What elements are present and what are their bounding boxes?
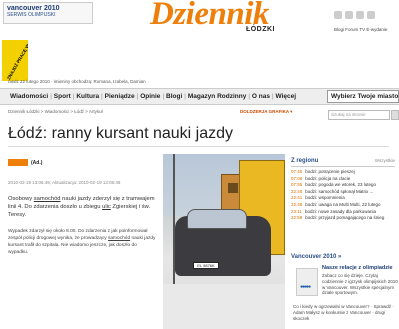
- top-icons-labels: Blogi Forum TV E-wydanie: [334, 27, 388, 32]
- nav-item-magazyn[interactable]: Magazyn Rodzinny: [186, 93, 249, 100]
- nav-item-kultura[interactable]: Kultura: [74, 93, 101, 100]
- regional-news-tab[interactable]: Wszystkie: [375, 158, 395, 163]
- photo-ground: [163, 284, 285, 329]
- list-item[interactable]: 22:40 bodzi: samochód spłonął Matrix ...: [291, 189, 395, 196]
- photo-plate: EL 9876K: [193, 262, 219, 269]
- author-line: (Ad.): [8, 159, 42, 166]
- nav-item-o-nas[interactable]: O nas: [250, 93, 272, 100]
- e-edition-icon[interactable]: [367, 11, 375, 19]
- tv-icon[interactable]: [356, 11, 364, 19]
- logo-sub: ŁÓDZKI: [245, 26, 275, 33]
- blog-icon[interactable]: [334, 11, 342, 19]
- article-lead: Osobowy samochód nauki jazdy zderzył się…: [8, 196, 155, 218]
- vancouver-banner[interactable]: vancouver 2010 SERWIS OLIMPIJSKI: [3, 2, 93, 24]
- nav-item-blogi[interactable]: Blogi: [164, 93, 184, 100]
- article-title: Łódź: ranny kursant nauki jazdy: [8, 125, 234, 142]
- body-link-samochod[interactable]: samochód: [108, 236, 130, 241]
- vancouver-section-title[interactable]: Vancouver 2010 »: [291, 254, 341, 260]
- city-picker[interactable]: Wybierz Twoje miasto: [327, 90, 399, 103]
- site-logo[interactable]: Dziennik ŁÓDZKI: [150, 0, 285, 36]
- article-body: Wypadek zdarzył się około 8.00. Do zdarz…: [8, 229, 156, 255]
- top-icons: Blogi Forum TV E-wydanie: [334, 6, 399, 32]
- vancouver-headline[interactable]: Nasze relacje z olimpiadzie: [322, 265, 393, 271]
- vancouver-logo-icon: ●●●●●: [296, 268, 318, 296]
- banner-subtitle: SERWIS OLIMPIJSKI: [7, 12, 56, 18]
- list-item[interactable]: 22:41 bodzi: wspomnienia: [291, 195, 395, 202]
- main-nav: Wiadomości | Sport | Kultura | Pieniądze | O…: [0, 88, 399, 105]
- vancouver-text: Zobacz co się dzieje. Czytaj codziennie …: [322, 273, 398, 296]
- promo-text: ZNAJDŹ PRACĘ W: [6, 43, 28, 81]
- lead-link-ulic[interactable]: ulic: [102, 204, 111, 210]
- list-item[interactable]: 22:48 bodzi: uwaga na Multi Multi, 22 lut…: [291, 202, 395, 209]
- breadcrumb[interactable]: Dziennik Łódzki > Wiadomości > Łódź > Ar…: [8, 109, 103, 114]
- title-divider: [8, 146, 389, 147]
- article-meta: 2010-02-19 13:06:49; Aktualizacja: 2010-…: [8, 180, 121, 185]
- banner-brand: vancouver 2010: [7, 5, 60, 12]
- article-photo[interactable]: EL 9876K: [163, 154, 285, 329]
- list-item[interactable]: 23:11 bodzi: nowe zasady dla parkowania: [291, 209, 395, 216]
- nav-item-opinie[interactable]: Opinie: [138, 93, 162, 100]
- list-item[interactable]: 07:55 bodzi: pogoda we wtorek, 23 lutego: [291, 182, 395, 189]
- date-info-line: niedz 22 lutego 2010 · imieniny obchodzą…: [8, 79, 146, 84]
- regional-news: Z regionu Wszystkie 07:45 bodzi: potrącen…: [291, 158, 395, 222]
- list-item[interactable]: 07:45 bodzi: potrącenie pieszej: [291, 169, 395, 176]
- nav-item-wiecej[interactable]: Więcej: [274, 93, 299, 100]
- nav-item-pieniadze[interactable]: Pieniądze: [103, 93, 137, 100]
- search-input[interactable]: Szukaj na stronie: [328, 110, 390, 120]
- regional-news-title: Z regionu Wszystkie: [291, 158, 395, 167]
- forum-icon[interactable]: [345, 11, 353, 19]
- list-item[interactable]: 07:06 bodzi: policja na clacie: [291, 176, 395, 183]
- promo-ribbon[interactable]: ZNAJDŹ PRACĘ W: [2, 40, 28, 81]
- lead-link-samochod[interactable]: samochód: [34, 196, 61, 202]
- search-button[interactable]: [391, 110, 399, 120]
- nav-item-sport[interactable]: Sport: [52, 93, 73, 100]
- author-logo-icon: [8, 159, 28, 166]
- author-name: (Ad.): [31, 159, 43, 166]
- photo-windshield: [187, 209, 247, 229]
- list-item[interactable]: 22:59 bodzi: przyjazd pomagającego na śni…: [291, 215, 395, 222]
- section-link[interactable]: DOLDZERJA GRAFIKA ▾: [240, 109, 292, 115]
- vancouver-footer[interactable]: Co i kiedy w ogrzewalni w Vancouver? · S…: [293, 304, 397, 322]
- page: vancouver 2010 SERWIS OLIMPIJSKI Dzienni…: [0, 0, 399, 329]
- olympic-rings-icon: ●●●●●: [300, 284, 311, 290]
- nav-item-wiadomosci[interactable]: Wiadomości: [8, 93, 50, 100]
